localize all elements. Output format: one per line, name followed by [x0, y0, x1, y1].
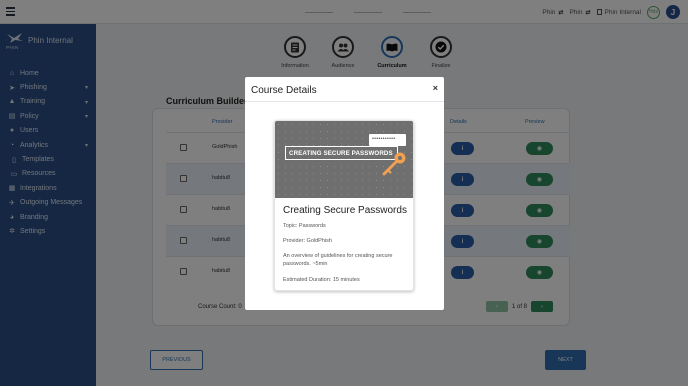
course-image: ••••••••••• CREATING SECURE PASSWORDS — [275, 121, 413, 198]
course-provider: Provider: GoldPhish — [283, 238, 332, 244]
image-title: CREATING SECURE PASSWORDS — [289, 150, 393, 157]
key-icon — [382, 152, 406, 176]
password-field-graphic: ••••••••••• — [369, 134, 406, 146]
course-description: An overview of guidelines for creating s… — [283, 253, 393, 267]
close-icon[interactable]: × — [433, 83, 438, 93]
course-topic: Topic: Passwords — [283, 223, 326, 229]
course-title: Creating Secure Passwords — [283, 205, 407, 216]
modal-title: Course Details — [251, 85, 317, 96]
course-duration: Estimated Duration: 15 minutes — [283, 277, 360, 283]
course-card: ••••••••••• CREATING SECURE PASSWORDS Cr… — [274, 120, 414, 291]
modal-header: Course Details × — [245, 77, 444, 102]
password-dots: ••••••••••• — [372, 136, 396, 142]
